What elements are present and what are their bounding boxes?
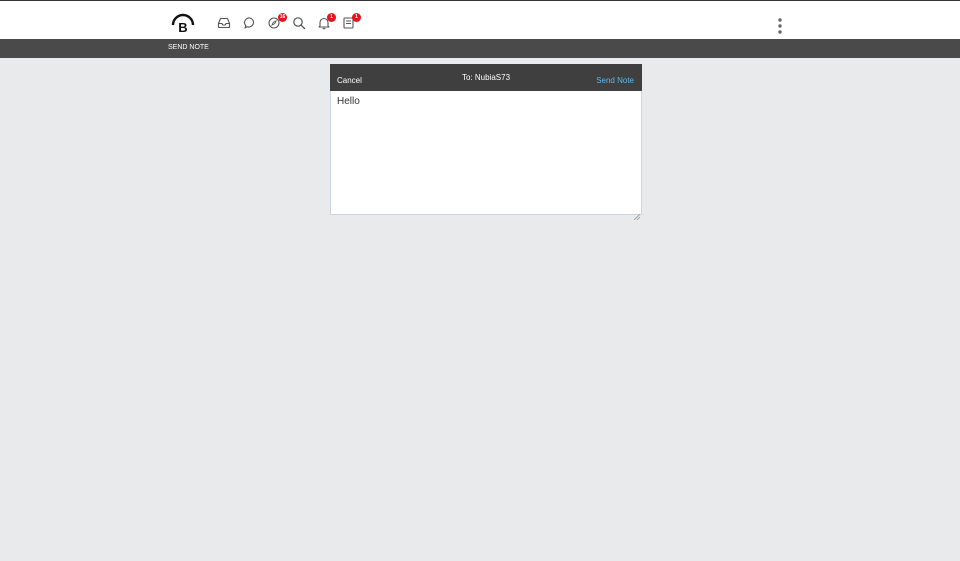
note-textarea[interactable]: Hello xyxy=(330,91,642,215)
send-note-button[interactable]: Send Note xyxy=(596,76,634,85)
page-title: SEND NOTE xyxy=(168,44,209,51)
resize-grip-icon[interactable] xyxy=(633,207,641,221)
top-navigation-bar: B 16 1 1 xyxy=(0,0,960,39)
send-note-dialog: Cancel To: NubiaS73 Send Note Hello xyxy=(330,64,642,221)
recipient-label: To: NubiaS73 xyxy=(461,73,511,82)
notebook-badge: 1 xyxy=(352,13,361,22)
compass-icon[interactable]: 16 xyxy=(268,13,287,32)
page-header-bar: SEND NOTE xyxy=(0,39,960,58)
search-icon[interactable] xyxy=(292,16,308,32)
brand-logo[interactable]: B xyxy=(170,11,196,35)
bell-icon[interactable]: 1 xyxy=(317,13,336,32)
notebook-icon[interactable]: 1 xyxy=(342,13,361,32)
dialog-header: Cancel To: NubiaS73 Send Note xyxy=(330,64,642,91)
inbox-icon[interactable] xyxy=(217,16,233,32)
bell-badge: 1 xyxy=(327,13,336,22)
svg-text:B: B xyxy=(178,20,187,35)
compass-badge: 16 xyxy=(278,13,287,22)
chat-icon[interactable] xyxy=(243,16,259,32)
kebab-menu-icon[interactable] xyxy=(774,17,786,35)
